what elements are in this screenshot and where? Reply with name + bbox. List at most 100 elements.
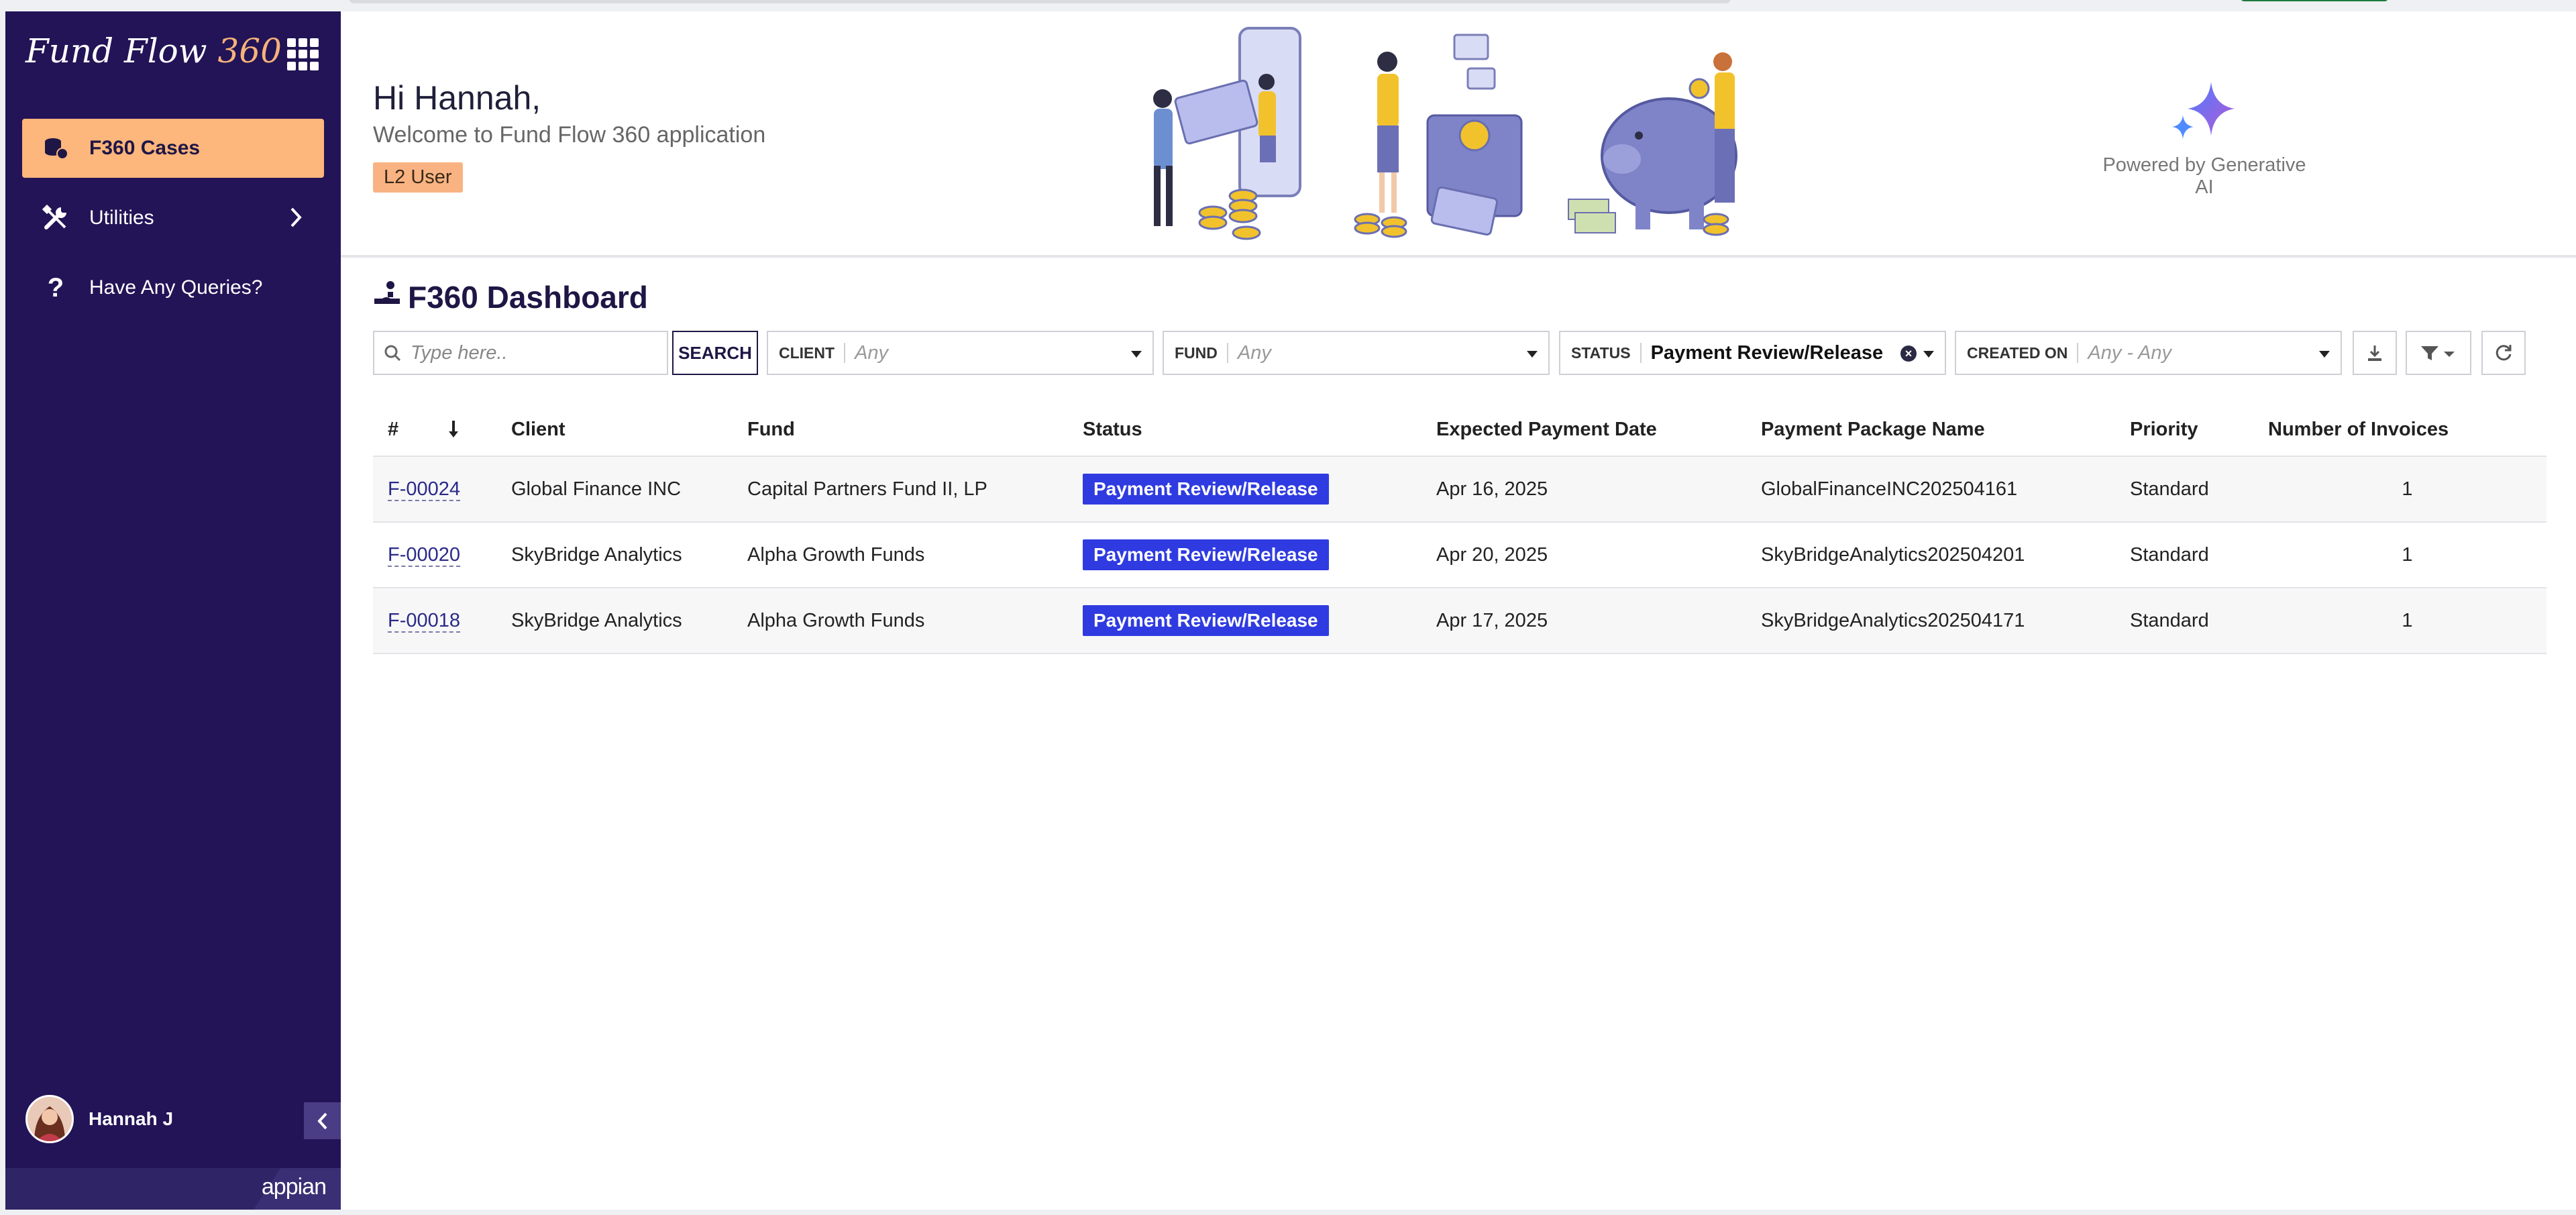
collapse-sidebar-button[interactable] <box>304 1102 341 1139</box>
refresh-icon <box>2496 345 2512 361</box>
sidebar-item-label: Utilities <box>89 207 154 229</box>
client-filter-value: Any <box>855 341 889 364</box>
appian-logo: appian <box>261 1174 327 1200</box>
column-header-number-of-invoices[interactable]: Number of Invoices <box>2268 403 2546 457</box>
download-button[interactable] <box>2353 331 2397 375</box>
user-name: Hannah J <box>89 1108 174 1129</box>
fund-cell: Capital Partners Fund II, LP <box>718 456 1053 523</box>
brand-logo[interactable]: Fund Flow 360 <box>25 32 282 70</box>
brand-number: 360 <box>217 32 282 70</box>
fund-filter-dropdown[interactable]: FUND Any <box>1163 331 1550 375</box>
sidebar-item-queries[interactable]: ? Have Any Queries? <box>22 258 324 317</box>
package-name-cell: GlobalFinanceINC202504161 <box>1731 456 2100 523</box>
search-placeholder: Type here.. <box>411 341 508 364</box>
chevron-down-icon <box>1923 351 1934 358</box>
status-badge: Payment Review/Release <box>1083 539 1329 570</box>
browser-top-strip <box>0 0 2576 11</box>
column-header-priority[interactable]: Priority <box>2100 403 2268 457</box>
hand-coin-icon <box>373 278 402 315</box>
client-cell: Global Finance INC <box>467 456 718 523</box>
tools-icon <box>36 205 76 231</box>
sidebar-item-label: F360 Cases <box>89 137 201 159</box>
column-header-expected-payment-date[interactable]: Expected Payment Date <box>1407 403 1731 457</box>
page-title: F360 Dashboard <box>373 278 648 315</box>
avatar <box>25 1095 74 1143</box>
expected-date-cell: Apr 20, 2025 <box>1407 522 1731 588</box>
question-icon: ? <box>47 272 64 303</box>
main-content: Hi Hannah, Welcome to Fund Flow 360 appl… <box>341 11 2576 1210</box>
fund-filter-value: Any <box>1237 341 1271 364</box>
sidebar-footer: appian <box>5 1168 341 1210</box>
invoice-count-cell: 1 <box>2268 588 2546 654</box>
status-filter-label: STATUS <box>1571 343 1642 363</box>
expected-date-cell: Apr 16, 2025 <box>1407 456 1731 523</box>
app-grid-icon[interactable] <box>287 38 319 70</box>
column-header-client[interactable]: Client <box>467 403 718 457</box>
sidebar-item-label: Have Any Queries? <box>89 276 263 299</box>
status-filter-value: Payment Review/Release <box>1650 341 1884 364</box>
chevron-down-icon <box>1131 351 1142 358</box>
sparkle-ai-icon <box>2172 82 2235 139</box>
table-row: F-00020 SkyBridge Analytics Alpha Growth… <box>373 522 2546 588</box>
clear-filter-icon[interactable]: × <box>1900 346 1917 362</box>
column-header-fund[interactable]: Fund <box>718 403 1053 457</box>
dashboard-title-text: F360 Dashboard <box>408 279 648 315</box>
search-icon <box>384 345 401 362</box>
cases-table: # Client Fund Status Expected Payment Da… <box>373 403 2546 654</box>
table-header-row: # Client Fund Status Expected Payment Da… <box>373 403 2546 457</box>
client-cell: SkyBridge Analytics <box>467 522 718 588</box>
fund-filter-label: FUND <box>1175 343 1228 363</box>
created-on-filter-value: Any - Any <box>2088 341 2171 364</box>
column-header-id[interactable]: # <box>373 403 467 457</box>
greeting-title: Hi Hannah, <box>373 79 541 117</box>
created-on-filter-dropdown[interactable]: CREATED ON Any - Any <box>1955 331 2342 375</box>
green-button-edge <box>2241 0 2388 1</box>
chevron-right-icon <box>289 206 304 234</box>
chevron-down-icon <box>1527 351 1538 358</box>
address-bar-edge <box>349 0 1731 3</box>
finance-illustration <box>1153 27 1737 240</box>
client-cell: SkyBridge Analytics <box>467 588 718 654</box>
package-name-cell: SkyBridgeAnalytics202504201 <box>1731 522 2100 588</box>
welcome-banner: Hi Hannah, Welcome to Fund Flow 360 appl… <box>341 11 2576 258</box>
package-name-cell: SkyBridgeAnalytics202504171 <box>1731 588 2100 654</box>
welcome-text: Welcome to Fund Flow 360 application <box>373 122 766 148</box>
sort-down-arrow-icon[interactable] <box>447 419 460 445</box>
case-id-link[interactable]: F-00024 <box>388 478 461 501</box>
priority-cell: Standard <box>2100 588 2268 654</box>
column-header-label: # <box>388 418 399 440</box>
sidebar-item-utilities[interactable]: Utilities <box>22 189 324 248</box>
powered-by-text: Powered by Generative AI <box>2102 154 2306 198</box>
status-badge: Payment Review/Release <box>1083 474 1329 505</box>
fund-cell: Alpha Growth Funds <box>718 588 1053 654</box>
column-header-status[interactable]: Status <box>1053 403 1407 457</box>
filter-toolbar: Type here.. SEARCH CLIENT Any FUND Any S… <box>373 331 2546 375</box>
filter-icon <box>2421 346 2455 360</box>
expected-date-cell: Apr 17, 2025 <box>1407 588 1731 654</box>
client-filter-label: CLIENT <box>779 343 846 363</box>
chevron-down-icon <box>2319 351 2330 358</box>
refresh-button[interactable] <box>2481 331 2526 375</box>
priority-cell: Standard <box>2100 522 2268 588</box>
case-id-link[interactable]: F-00018 <box>388 609 461 633</box>
invoice-count-cell: 1 <box>2268 522 2546 588</box>
filter-menu-button[interactable] <box>2406 331 2471 375</box>
user-profile[interactable]: Hannah J <box>25 1095 173 1143</box>
search-input[interactable]: Type here.. <box>373 331 668 375</box>
client-filter-dropdown[interactable]: CLIENT Any <box>767 331 1154 375</box>
table-row: F-00018 SkyBridge Analytics Alpha Growth… <box>373 588 2546 654</box>
role-badge: L2 User <box>373 162 463 193</box>
brand-text: Fund Flow <box>25 32 207 70</box>
status-filter-dropdown[interactable]: STATUS Payment Review/Release × <box>1559 331 1946 375</box>
fund-cell: Alpha Growth Funds <box>718 522 1053 588</box>
status-badge: Payment Review/Release <box>1083 605 1329 636</box>
invoice-count-cell: 1 <box>2268 456 2546 523</box>
case-id-link[interactable]: F-00020 <box>388 543 461 567</box>
search-button[interactable]: SEARCH <box>672 331 758 375</box>
coins-stack-icon <box>36 136 76 160</box>
sidebar-item-f360-cases[interactable]: F360 Cases <box>22 119 324 178</box>
column-header-payment-package-name[interactable]: Payment Package Name <box>1731 403 2100 457</box>
created-on-filter-label: CREATED ON <box>1967 343 2079 363</box>
sidebar: Fund Flow 360 F360 Cases Utilities ? Hav… <box>5 11 341 1210</box>
table-row: F-00024 Global Finance INC Capital Partn… <box>373 456 2546 523</box>
